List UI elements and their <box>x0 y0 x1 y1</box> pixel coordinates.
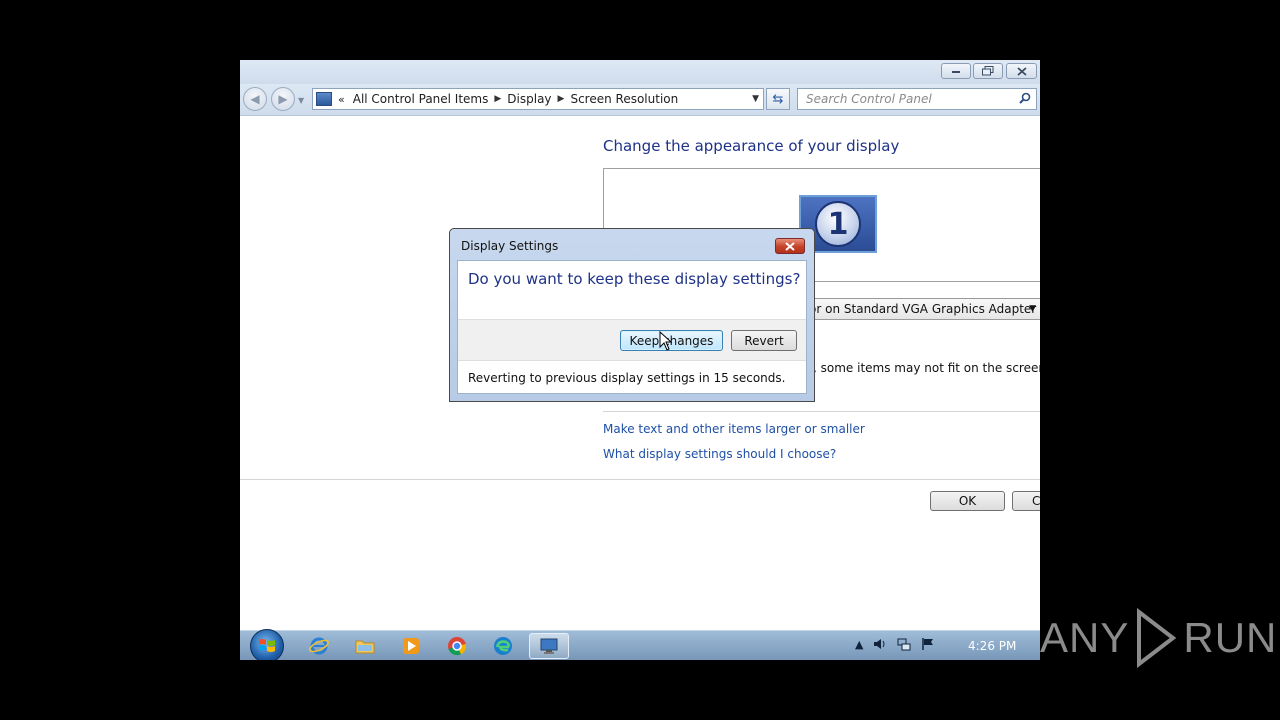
chrome-icon <box>448 637 467 656</box>
taskbar: ▲ 4:26 PM <box>240 629 1040 660</box>
address-dropdown-icon[interactable]: ▼ <box>752 94 759 104</box>
page-title: Change the appearance of your display <box>603 137 900 155</box>
taskbar-file-explorer[interactable] <box>345 633 385 659</box>
breadcrumb-chevron-icon[interactable]: ▶ <box>558 94 565 104</box>
control-panel-icon <box>316 92 332 106</box>
show-hidden-icons-icon[interactable]: ▲ <box>855 638 863 651</box>
divider <box>603 411 1040 412</box>
taskbar-chrome[interactable] <box>437 633 477 659</box>
dialog-button-row: Keep changes Revert <box>458 319 806 361</box>
taskbar-edge[interactable] <box>483 633 523 659</box>
anyrun-watermark: ANY RUN <box>1040 608 1277 668</box>
divider <box>240 479 1040 480</box>
breadcrumb-chevron-icon[interactable]: ▶ <box>494 94 501 104</box>
recent-pages-dropdown[interactable]: ▼ <box>298 96 306 105</box>
resolution-warning-text: , some items may not fit on the screen. <box>813 361 1040 375</box>
system-tray: ▲ <box>855 637 935 651</box>
forward-button[interactable]: ▶ <box>271 87 295 111</box>
monitor-number-badge: 1 <box>815 201 861 247</box>
volume-icon[interactable] <box>873 637 887 651</box>
search-icon[interactable] <box>1019 92 1031 104</box>
search-input[interactable]: Search Control Panel <box>797 88 1037 110</box>
taskbar-control-panel-display[interactable] <box>529 633 569 659</box>
back-button[interactable]: ◀ <box>243 87 267 111</box>
close-icon <box>785 241 795 251</box>
chevron-down-icon: ▼ <box>1029 304 1036 314</box>
display-select[interactable]: itor on Standard VGA Graphics Adapter ▼ <box>800 298 1040 320</box>
taskbar-internet-explorer[interactable] <box>299 633 339 659</box>
control-panel-display-icon <box>540 638 558 654</box>
address-toolbar: ◀ ▶ ▼ « All Control Panel Items ▶ Displa… <box>240 84 1040 116</box>
dialog-close-button[interactable] <box>775 238 805 254</box>
minimize-button[interactable] <box>941 63 971 79</box>
cancel-button[interactable]: C <box>1012 491 1040 511</box>
taskbar-clock[interactable]: 4:26 PM <box>968 639 1016 653</box>
breadcrumb-screen-resolution[interactable]: Screen Resolution <box>570 92 678 106</box>
breadcrumb-all-control-panel-items[interactable]: All Control Panel Items <box>353 92 489 106</box>
back-arrow-icon: ◀ <box>250 92 260 106</box>
ok-button[interactable]: OK <box>930 491 1005 511</box>
search-placeholder: Search Control Panel <box>806 92 932 106</box>
refresh-button[interactable]: ⇆ <box>766 88 790 110</box>
window-titlebar <box>240 60 1040 84</box>
edge-icon <box>494 637 512 655</box>
watermark-text-left: ANY <box>1040 614 1130 661</box>
network-icon[interactable] <box>897 637 911 651</box>
display-settings-help-link[interactable]: What display settings should I choose? <box>603 447 836 461</box>
file-explorer-icon <box>355 640 375 654</box>
restore-icon <box>982 66 994 76</box>
display-select-value: itor on Standard VGA Graphics Adapter <box>801 302 1037 316</box>
mouse-cursor-icon <box>659 331 673 351</box>
start-button[interactable] <box>250 629 284 660</box>
restore-button[interactable] <box>973 63 1003 79</box>
breadcrumb-overflow[interactable]: « <box>338 93 345 106</box>
dialog-question: Do you want to keep these display settin… <box>468 270 801 288</box>
revert-countdown-text: Reverting to previous display settings i… <box>468 371 786 385</box>
minimize-icon <box>952 71 960 73</box>
close-icon <box>1016 66 1027 76</box>
forward-arrow-icon: ▶ <box>278 92 288 106</box>
action-center-flag-icon[interactable] <box>921 637 935 651</box>
display-settings-dialog: Display Settings Do you want to keep the… <box>449 228 815 402</box>
text-size-link[interactable]: Make text and other items larger or smal… <box>603 422 865 436</box>
breadcrumb-display[interactable]: Display <box>507 92 551 106</box>
window-close-button[interactable] <box>1006 63 1037 79</box>
play-logo-icon <box>1137 608 1177 668</box>
address-bar[interactable]: « All Control Panel Items ▶ Display ▶ Sc… <box>312 88 764 110</box>
watermark-text-right: RUN <box>1183 614 1278 661</box>
revert-button[interactable]: Revert <box>731 330 797 351</box>
taskbar-media-player[interactable] <box>391 633 431 659</box>
dialog-body: Do you want to keep these display settin… <box>457 260 807 394</box>
internet-explorer-icon <box>309 637 329 655</box>
media-player-icon <box>403 638 419 654</box>
dialog-title: Display Settings <box>461 239 559 253</box>
windows-logo-icon <box>259 639 275 652</box>
refresh-icon: ⇆ <box>772 91 784 107</box>
